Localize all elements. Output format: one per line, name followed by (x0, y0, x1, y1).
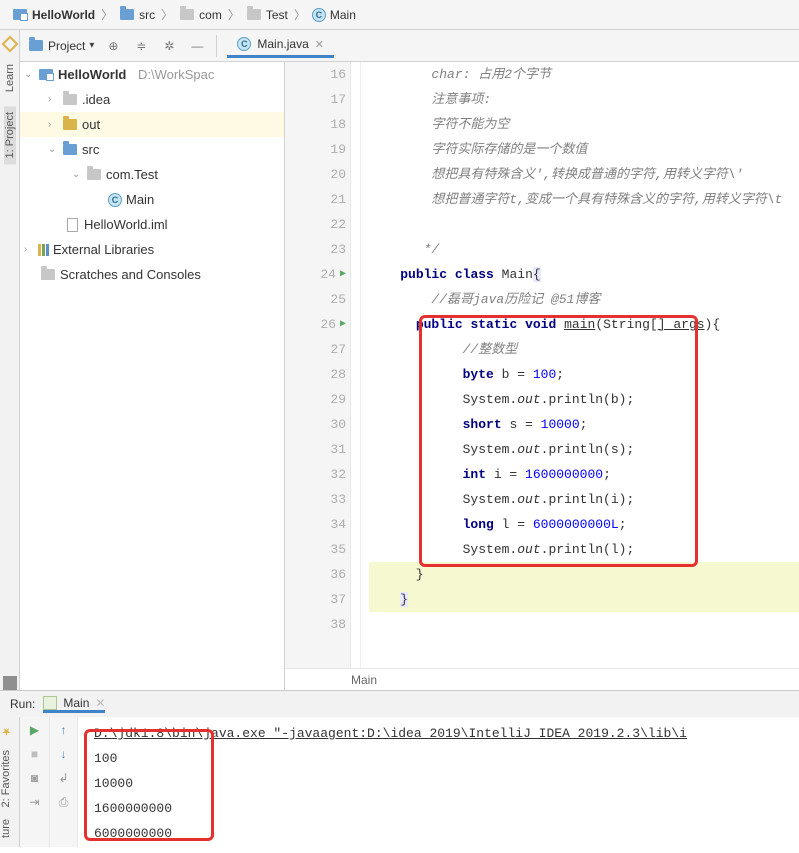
collapse-icon[interactable]: ≑ (132, 37, 150, 55)
run-toolbar-secondary: ↑ ↓ ↲ ⎙ (50, 717, 78, 847)
editor-context-path[interactable]: Main (285, 668, 799, 690)
crumb-test[interactable]: Test (242, 7, 292, 23)
close-icon[interactable]: ✕ (95, 696, 105, 710)
run-output[interactable]: D:\jdk1.8\bin\java.exe "-javaagent:D:\id… (78, 717, 799, 847)
run-config-tab[interactable]: Main ✕ (43, 696, 105, 713)
run-panel: Run: Main ✕ ★ 2: Favorites ture ▶ ■ ◙ ⇥ … (0, 690, 799, 847)
hide-icon[interactable]: — (188, 37, 206, 55)
chevron-down-icon[interactable]: ⌄ (24, 69, 34, 80)
left-tool-stripe: Learn 1: Project (0, 30, 20, 690)
rerun-icon[interactable]: ▶ (30, 723, 39, 737)
tree-iml[interactable]: HelloWorld.iml (20, 212, 284, 237)
chevron-right-icon: 〉 (294, 6, 306, 23)
library-icon (38, 244, 49, 256)
tree-main-class[interactable]: C Main (20, 187, 284, 212)
gear-icon[interactable]: ✲ (160, 37, 178, 55)
fold-column[interactable] (351, 62, 361, 668)
tab-learn[interactable]: Learn (4, 58, 16, 98)
project-panel-title[interactable]: Project ▾ (28, 38, 94, 54)
breadcrumb: HelloWorld 〉 src 〉 com 〉 Test 〉 C Main (0, 0, 799, 30)
up-icon[interactable]: ↑ (61, 723, 67, 737)
left-tool-stripe-bottom: ★ 2: Favorites ture (0, 717, 20, 847)
camera-icon[interactable]: ◙ (31, 771, 38, 785)
stop-icon[interactable]: ■ (31, 747, 38, 761)
tree-comtest[interactable]: ⌄ com.Test (20, 162, 284, 187)
chevron-right-icon[interactable]: › (48, 94, 58, 105)
tree-out[interactable]: › out (20, 112, 284, 137)
grey-square-icon[interactable] (3, 676, 17, 690)
wrap-icon[interactable]: ↲ (58, 771, 68, 785)
editor-tab-main[interactable]: C Main.java ✕ (227, 33, 334, 58)
tree-idea[interactable]: › .idea (20, 87, 284, 112)
tree-src[interactable]: ⌄ src (20, 137, 284, 162)
code-editor[interactable]: 161718192021222324▶2526▶2728293031323334… (285, 62, 799, 690)
chevron-right-icon: 〉 (101, 6, 113, 23)
crumb-project[interactable]: HelloWorld (8, 7, 99, 23)
tree-external-libs[interactable]: › External Libraries (20, 237, 284, 262)
crumb-src[interactable]: src (115, 7, 159, 23)
project-tree[interactable]: ⌄ HelloWorld D:\WorkSpac › .idea › out ⌄ (20, 62, 285, 690)
tab-project[interactable]: 1: Project (4, 106, 16, 164)
down-icon[interactable]: ↓ (61, 747, 67, 761)
chevron-right-icon[interactable]: › (48, 119, 58, 130)
class-icon: C (108, 193, 122, 207)
exit-icon[interactable]: ⇥ (29, 795, 39, 809)
tab-ture[interactable]: ture (0, 813, 12, 844)
line-gutter[interactable]: 161718192021222324▶2526▶2728293031323334… (285, 62, 351, 668)
chevron-down-icon[interactable]: ▾ (89, 40, 94, 51)
close-icon[interactable]: ✕ (315, 38, 324, 51)
chevron-down-icon[interactable]: ⌄ (72, 169, 82, 180)
class-icon: C (312, 8, 326, 22)
crumb-com[interactable]: com (175, 7, 226, 23)
chevron-down-icon[interactable]: ⌄ (48, 144, 58, 155)
tab-favorites[interactable]: 2: Favorites (0, 744, 12, 813)
target-icon[interactable]: ⊕ (104, 37, 122, 55)
run-toolbar-primary: ▶ ■ ◙ ⇥ (20, 717, 50, 847)
run-header: Run: Main ✕ (0, 691, 799, 717)
crumb-main[interactable]: C Main (308, 8, 360, 22)
tree-root[interactable]: ⌄ HelloWorld D:\WorkSpac (20, 62, 284, 87)
panel-header: Project ▾ ⊕ ≑ ✲ — C Main.java ✕ (20, 30, 799, 62)
print-icon[interactable]: ⎙ (59, 795, 69, 810)
class-icon: C (237, 37, 251, 51)
chevron-right-icon: 〉 (161, 6, 173, 23)
code-body[interactable]: char: 占用2个字节 注意事项: 字符不能为空 字符实际存储的是一个数值 想… (361, 62, 799, 668)
chevron-right-icon: 〉 (228, 6, 240, 23)
tree-scratches[interactable]: Scratches and Consoles (20, 262, 284, 287)
run-label: Run: (10, 697, 35, 711)
star-icon[interactable]: ★ (0, 719, 13, 744)
chevron-right-icon[interactable]: › (24, 244, 34, 255)
learn-icon[interactable] (1, 36, 18, 53)
